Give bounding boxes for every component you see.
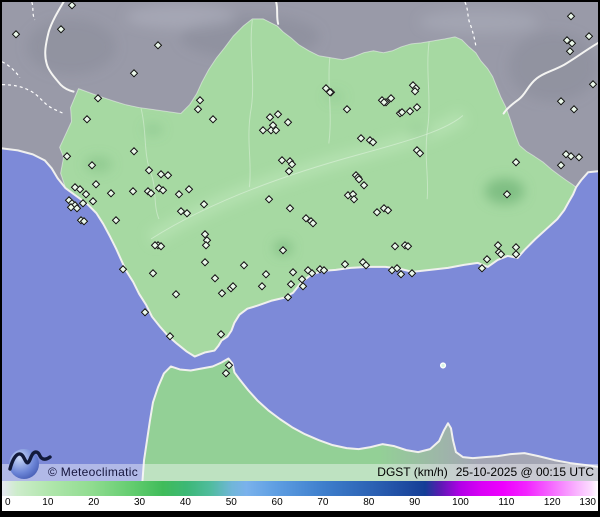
legend-tick-label: 30 [133, 497, 146, 508]
legend-tick-labels: 0 10 20 30 40 50 60 70 80 90 100 110 120 130 [2, 496, 598, 511]
legend-tick-label: 130 [579, 497, 596, 508]
legend-tick-label: 70 [317, 497, 329, 508]
legend-tick-label: 100 [452, 497, 469, 508]
variable-label: DGST (km/h) [377, 465, 448, 479]
legend-tick-label: 80 [363, 497, 375, 508]
datetime-label: 25-10-2025 @ 00:15 UTC [455, 465, 594, 479]
map-canvas: © Meteoclimatic DGST (km/h) 25-10-2025 @ … [2, 2, 598, 481]
legend-tick-label: 10 [42, 497, 54, 508]
weather-map-window: © Meteoclimatic DGST (km/h) 25-10-2025 @ … [0, 0, 600, 517]
legend-tick-label: 50 [225, 497, 237, 508]
legend-tick-label: 40 [179, 497, 191, 508]
legend-tick-label: 60 [271, 497, 283, 508]
attribution: © Meteoclimatic [48, 465, 139, 479]
legend-tick-label: 120 [543, 497, 561, 508]
info-text: DGST (km/h) 25-10-2025 @ 00:15 UTC [377, 464, 594, 481]
legend-gradient-bar [2, 481, 598, 496]
legend-tick-label: 90 [409, 497, 421, 508]
footer-strip [2, 511, 598, 517]
legend-tick-label: 0 [5, 497, 11, 508]
meteoclimatic-logo [8, 449, 52, 479]
legend-tick-label: 20 [88, 497, 100, 508]
alboran-island [439, 362, 447, 369]
legend-tick-label: 110 [498, 497, 515, 508]
geography-layer [2, 2, 598, 481]
info-strip: © Meteoclimatic DGST (km/h) 25-10-2025 @ … [2, 464, 598, 481]
